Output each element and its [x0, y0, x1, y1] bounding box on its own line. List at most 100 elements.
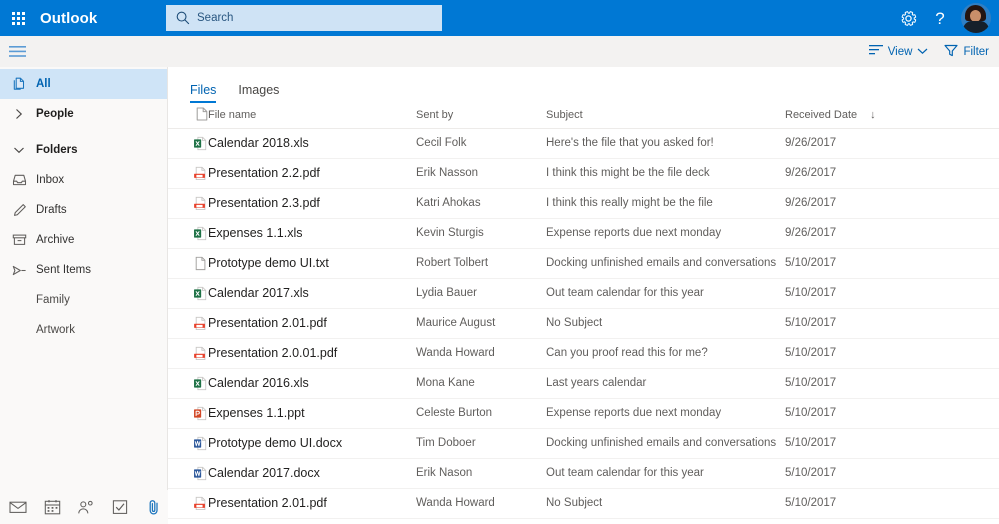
cell-received-date: 5/10/2017	[785, 488, 999, 518]
cell-file-name: Expenses 1.1.xls	[208, 218, 416, 248]
sidebar-item-artwork[interactable]: Artwork	[0, 315, 167, 345]
sidebar: All People Folders Inbox	[0, 67, 168, 524]
cell-subject: I think this really might be the file	[546, 188, 785, 218]
search-icon	[174, 9, 192, 27]
sidebar-item-inbox[interactable]: Inbox	[0, 165, 167, 195]
cell-subject: Last years calendar	[546, 368, 785, 398]
table-row[interactable]: Presentation 2.01.pdfWanda HowardNo Subj…	[168, 488, 999, 518]
bottom-module-bar	[0, 490, 168, 524]
table-row[interactable]: Presentation 2.01.pdfMaurice AugustNo Su…	[168, 308, 999, 338]
cell-file-name: Presentation 2.0.01.pdf	[208, 338, 416, 368]
avatar[interactable]	[961, 3, 991, 33]
cell-received-date: 5/10/2017	[785, 248, 999, 278]
filter-label: Filter	[963, 46, 989, 58]
file-type-icon-cell	[168, 278, 208, 308]
cell-received-date: 5/10/2017	[785, 368, 999, 398]
column-header-received-date[interactable]: Received Date ↓	[785, 103, 999, 128]
table-row[interactable]: Expenses 1.1.xlsKevin SturgisExpense rep…	[168, 218, 999, 248]
table-row[interactable]: Calendar 2017.docxErik NasonOut team cal…	[168, 458, 999, 488]
cell-received-date: 5/10/2017	[785, 308, 999, 338]
cell-received-date: 9/26/2017	[785, 158, 999, 188]
cell-received-date: 5/10/2017	[785, 278, 999, 308]
column-header-sent-by[interactable]: Sent by	[416, 103, 546, 128]
column-header-subject[interactable]: Subject	[546, 103, 785, 128]
search-input[interactable]	[197, 12, 417, 24]
word-file-icon	[193, 466, 208, 481]
cell-received-date: 5/10/2017	[785, 338, 999, 368]
file-type-icon-cell	[168, 248, 208, 278]
cell-file-name: Prototype demo UI.txt	[208, 248, 416, 278]
search-box[interactable]	[166, 5, 442, 31]
cell-subject: Out team calendar for this year	[546, 278, 785, 308]
attachment-paperclip-icon[interactable]	[144, 497, 164, 517]
sidebar-item-drafts[interactable]: Drafts	[0, 195, 167, 225]
cell-subject: Here's the file that you asked for!	[546, 128, 785, 158]
hamburger-menu-icon[interactable]	[0, 36, 34, 67]
excel-file-icon	[193, 286, 208, 301]
files-table-body: Calendar 2018.xlsCecil FolkHere's the fi…	[168, 128, 999, 518]
sidebar-item-archive[interactable]: Archive	[0, 225, 167, 255]
cell-sent-by: Lydia Bauer	[416, 278, 546, 308]
cell-subject: No Subject	[546, 308, 785, 338]
tab-files[interactable]: Files	[190, 83, 216, 103]
list-lines-icon	[869, 44, 883, 59]
cell-subject: Docking unfinished emails and conversati…	[546, 248, 785, 278]
table-row[interactable]: Prototype demo UI.txtRobert TolbertDocki…	[168, 248, 999, 278]
cell-received-date: 9/26/2017	[785, 218, 999, 248]
sidebar-item-label: People	[36, 108, 74, 120]
file-type-icon-cell	[168, 218, 208, 248]
files-table: File name Sent by Subject Received Date …	[168, 103, 999, 519]
cell-sent-by: Tim Doboer	[416, 428, 546, 458]
cell-file-name: Calendar 2016.xls	[208, 368, 416, 398]
app-launcher-icon[interactable]	[0, 0, 36, 36]
table-row[interactable]: Calendar 2018.xlsCecil FolkHere's the fi…	[168, 128, 999, 158]
tab-images[interactable]: Images	[238, 83, 279, 103]
people-icon[interactable]	[76, 497, 96, 517]
excel-file-icon	[193, 226, 208, 241]
file-page-icon	[196, 107, 208, 124]
sidebar-item-sent-items[interactable]: Sent Items	[0, 255, 167, 285]
pdf-file-icon	[193, 196, 208, 211]
send-arrow-icon	[10, 264, 28, 277]
cell-subject: Expense reports due next monday	[546, 398, 785, 428]
sidebar-item-people[interactable]: People	[0, 99, 167, 129]
table-row[interactable]: Presentation 2.0.01.pdfWanda HowardCan y…	[168, 338, 999, 368]
sidebar-item-label: Sent Items	[36, 264, 91, 276]
command-bar: View Filter	[0, 36, 999, 67]
table-row[interactable]: Calendar 2016.xlsMona KaneLast years cal…	[168, 368, 999, 398]
table-row[interactable]: Presentation 2.3.pdfKatri Ahokas I think…	[168, 188, 999, 218]
sidebar-item-folders[interactable]: Folders	[0, 135, 167, 165]
pdf-file-icon	[193, 346, 208, 361]
help-icon[interactable]: ?	[925, 0, 955, 36]
cell-subject: No Subject	[546, 488, 785, 518]
view-button[interactable]: View	[869, 44, 929, 59]
cell-subject: Can you proof read this for me?	[546, 338, 785, 368]
cell-received-date: 5/10/2017	[785, 458, 999, 488]
sidebar-nav-list: All People Folders Inbox	[0, 67, 167, 345]
tasks-checkbox-icon[interactable]	[110, 497, 130, 517]
sidebar-item-family[interactable]: Family	[0, 285, 167, 315]
table-row[interactable]: Expenses 1.1.pptCeleste BurtonExpense re…	[168, 398, 999, 428]
files-table-header: File name Sent by Subject Received Date …	[168, 103, 999, 128]
file-type-icon-cell	[168, 428, 208, 458]
column-header-icon[interactable]	[168, 103, 208, 128]
table-row[interactable]: Presentation 2.2.pdfErik NassonI think t…	[168, 158, 999, 188]
main-region: All People Folders Inbox	[0, 67, 999, 524]
powerpoint-file-icon	[193, 406, 208, 421]
chevron-down-icon	[917, 46, 928, 58]
view-label: View	[888, 46, 913, 58]
column-header-file-name[interactable]: File name	[208, 103, 416, 128]
table-row[interactable]: Calendar 2017.xlsLydia BauerOut team cal…	[168, 278, 999, 308]
calendar-icon[interactable]	[42, 497, 62, 517]
cell-sent-by: Katri Ahokas	[416, 188, 546, 218]
sidebar-item-label: All	[36, 78, 51, 90]
cell-file-name: Presentation 2.01.pdf	[208, 488, 416, 518]
table-row[interactable]: Prototype demo UI.docxTim DoboerDocking …	[168, 428, 999, 458]
filter-button[interactable]: Filter	[944, 44, 989, 60]
gear-icon[interactable]	[893, 0, 923, 36]
cell-sent-by: Mona Kane	[416, 368, 546, 398]
sidebar-item-all[interactable]: All	[0, 69, 167, 99]
chevron-right-icon	[10, 108, 28, 120]
mail-envelope-icon[interactable]	[8, 497, 28, 517]
pdf-file-icon	[193, 316, 208, 331]
